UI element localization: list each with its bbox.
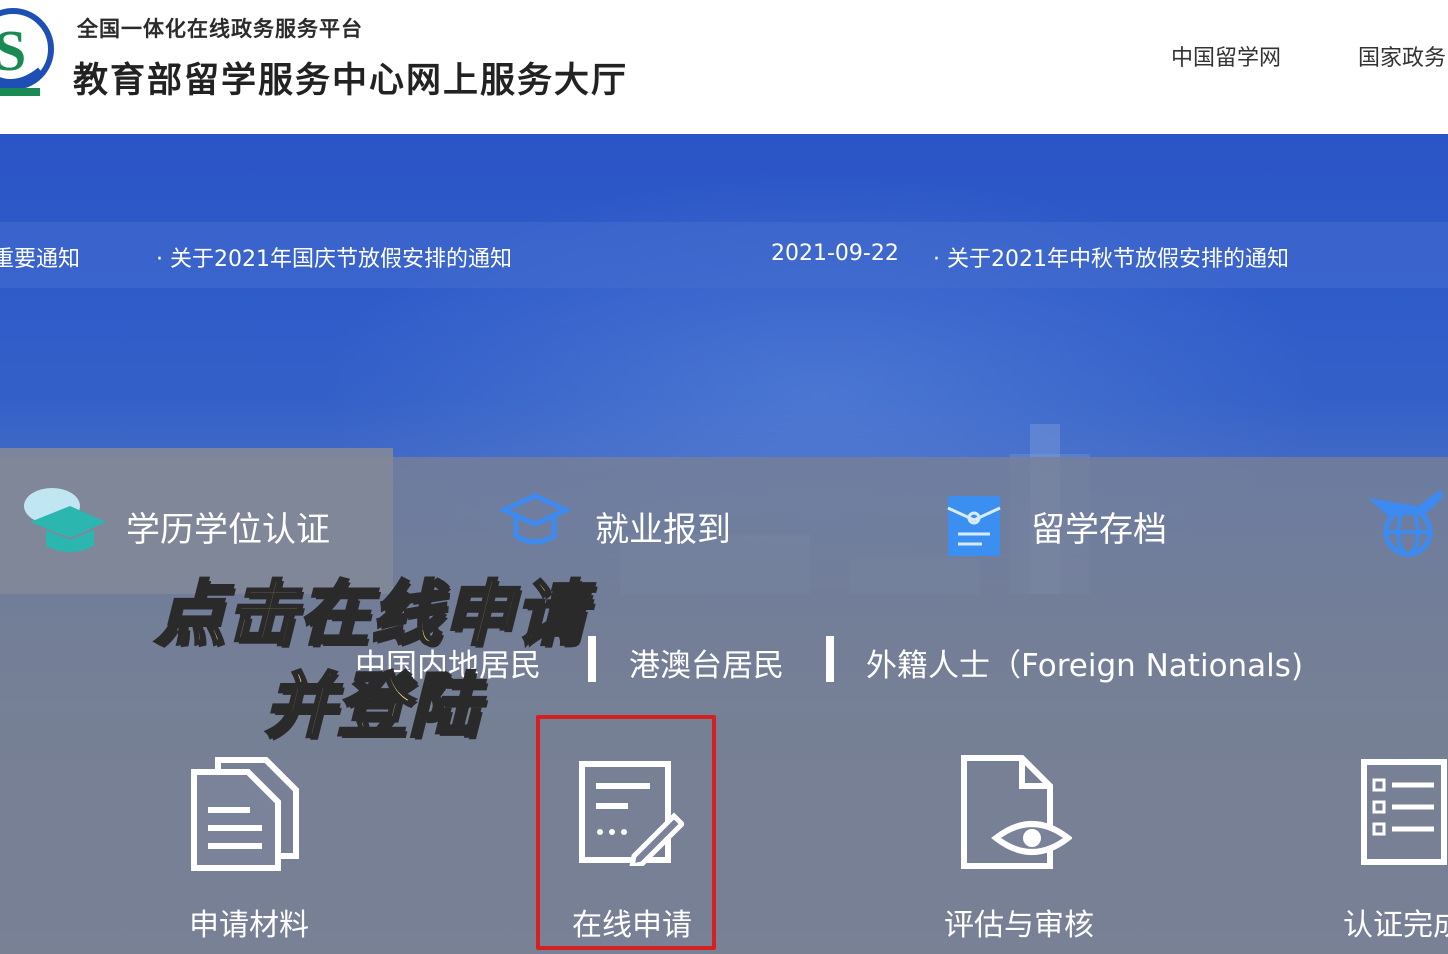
tab-degree-certification[interactable]: 学历学位认证 [126,502,330,551]
service-application-materials[interactable]: 申请材料 [189,900,309,944]
platform-name: 全国一体化在线政务服务平台 [77,17,363,41]
notice-date: 2021-09-22 [771,241,899,266]
notice-item[interactable]: · 关于2021年中秋节放假安排的通知 [933,241,1289,273]
airplane-globe-icon[interactable] [1368,486,1448,560]
tab-study-abroad-archive[interactable]: 留学存档 [1031,502,1167,551]
archive-file-icon [947,496,1001,556]
svg-text:S: S [0,18,26,83]
document-eye-icon [961,755,1072,869]
subtab-separator [826,636,834,682]
graduation-cap-icon [24,488,106,552]
notice-label: 重要通知 [0,247,81,272]
tab-employment-registration[interactable]: 就业报到 [595,502,731,551]
header: S 全国一体化在线政务服务平台 教育部留学服务中心网上服务大厅 中国留学网 国家… [0,0,1448,134]
logo-icon: S [0,8,54,96]
checklist-icon [1361,759,1447,865]
graduation-hat-outline-icon [500,493,570,545]
site-title[interactable]: 教育部留学服务中心网上服务大厅 [73,52,628,103]
overlay-caption-line1: 点击在线申请 [154,572,587,657]
link-national-gov[interactable]: 国家政务 [1358,40,1446,72]
service-evaluation-review[interactable]: 评估与审核 [944,900,1094,944]
subtab-foreign-nationals[interactable]: 外籍人士（Foreign Nationals) [866,640,1303,685]
subtab-separator [588,636,596,682]
documents-icon [191,757,299,871]
subtab-hk-macao-taiwan[interactable]: 港澳台居民 [629,640,784,685]
service-certification-complete[interactable]: 认证完成 [1343,900,1448,944]
notice-item[interactable]: · 关于2021年国庆节放假安排的通知 [156,241,512,273]
link-china-study-abroad[interactable]: 中国留学网 [1171,40,1281,72]
highlight-box [536,715,716,950]
overlay-caption-line2: 并登陆 [264,664,481,749]
